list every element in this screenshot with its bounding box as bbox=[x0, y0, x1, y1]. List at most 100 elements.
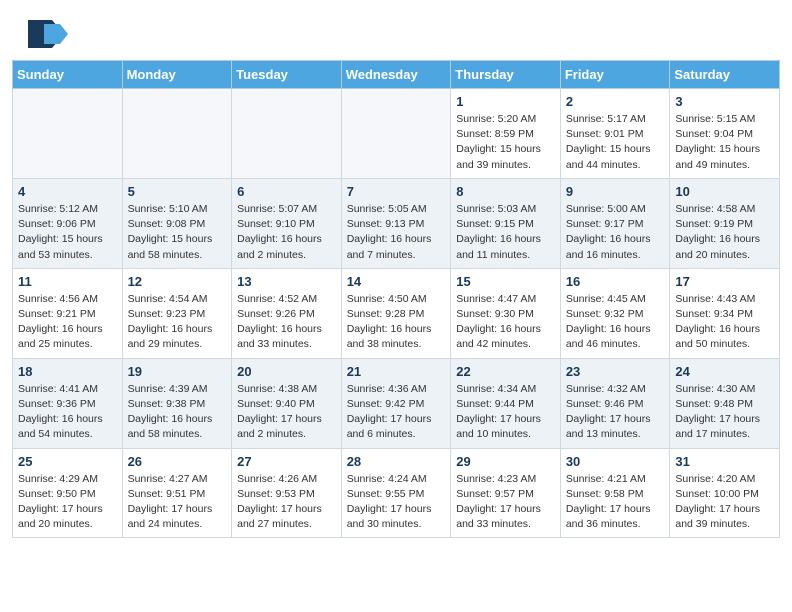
day-info: Sunrise: 4:23 AM Sunset: 9:57 PM Dayligh… bbox=[456, 472, 555, 533]
day-number: 4 bbox=[18, 184, 117, 199]
calendar-week-2: 4 Sunrise: 5:12 AM Sunset: 9:06 PM Daylig… bbox=[13, 178, 780, 268]
calendar-cell: 6 Sunrise: 5:07 AM Sunset: 9:10 PM Daylig… bbox=[232, 178, 342, 268]
page-header bbox=[0, 0, 792, 60]
calendar-cell: 1 Sunrise: 5:20 AM Sunset: 8:59 PM Daylig… bbox=[451, 89, 561, 179]
day-number: 5 bbox=[128, 184, 227, 199]
day-number: 2 bbox=[566, 94, 665, 109]
day-info: Sunrise: 5:15 AM Sunset: 9:04 PM Dayligh… bbox=[675, 112, 774, 173]
day-info: Sunrise: 5:20 AM Sunset: 8:59 PM Dayligh… bbox=[456, 112, 555, 173]
day-info: Sunrise: 4:26 AM Sunset: 9:53 PM Dayligh… bbox=[237, 472, 336, 533]
day-info: Sunrise: 4:56 AM Sunset: 9:21 PM Dayligh… bbox=[18, 292, 117, 353]
day-number: 28 bbox=[347, 454, 446, 469]
calendar-header-friday: Friday bbox=[560, 61, 670, 89]
day-number: 31 bbox=[675, 454, 774, 469]
day-info: Sunrise: 4:27 AM Sunset: 9:51 PM Dayligh… bbox=[128, 472, 227, 533]
calendar-cell: 2 Sunrise: 5:17 AM Sunset: 9:01 PM Daylig… bbox=[560, 89, 670, 179]
day-number: 18 bbox=[18, 364, 117, 379]
day-number: 10 bbox=[675, 184, 774, 199]
calendar-cell: 28 Sunrise: 4:24 AM Sunset: 9:55 PM Dayli… bbox=[341, 448, 451, 538]
calendar-header-thursday: Thursday bbox=[451, 61, 561, 89]
day-number: 30 bbox=[566, 454, 665, 469]
day-info: Sunrise: 4:30 AM Sunset: 9:48 PM Dayligh… bbox=[675, 382, 774, 443]
calendar-header-tuesday: Tuesday bbox=[232, 61, 342, 89]
calendar-cell: 16Sunrise: 4:45 AM Sunset: 9:32 PM Dayli… bbox=[560, 268, 670, 358]
day-info: Sunrise: 5:07 AM Sunset: 9:10 PM Dayligh… bbox=[237, 202, 336, 263]
calendar-week-3: 11Sunrise: 4:56 AM Sunset: 9:21 PM Dayli… bbox=[13, 268, 780, 358]
calendar-cell: 21 Sunrise: 4:36 AM Sunset: 9:42 PM Dayli… bbox=[341, 358, 451, 448]
calendar-week-5: 25 Sunrise: 4:29 AM Sunset: 9:50 PM Dayli… bbox=[13, 448, 780, 538]
calendar-cell bbox=[122, 89, 232, 179]
day-info: Sunrise: 4:34 AM Sunset: 9:44 PM Dayligh… bbox=[456, 382, 555, 443]
day-info: Sunrise: 5:12 AM Sunset: 9:06 PM Dayligh… bbox=[18, 202, 117, 263]
day-info: Sunrise: 4:43 AM Sunset: 9:34 PM Dayligh… bbox=[675, 292, 774, 353]
day-info: Sunrise: 4:45 AM Sunset: 9:32 PM Dayligh… bbox=[566, 292, 665, 353]
day-number: 8 bbox=[456, 184, 555, 199]
day-info: Sunrise: 4:32 AM Sunset: 9:46 PM Dayligh… bbox=[566, 382, 665, 443]
day-number: 6 bbox=[237, 184, 336, 199]
calendar-cell: 4 Sunrise: 5:12 AM Sunset: 9:06 PM Daylig… bbox=[13, 178, 123, 268]
day-info: Sunrise: 4:39 AM Sunset: 9:38 PM Dayligh… bbox=[128, 382, 227, 443]
calendar-cell: 19 Sunrise: 4:39 AM Sunset: 9:38 PM Dayli… bbox=[122, 358, 232, 448]
calendar-cell: 9Sunrise: 5:00 AM Sunset: 9:17 PM Daylig… bbox=[560, 178, 670, 268]
calendar-cell: 10Sunrise: 4:58 AM Sunset: 9:19 PM Dayli… bbox=[670, 178, 780, 268]
day-info: Sunrise: 4:24 AM Sunset: 9:55 PM Dayligh… bbox=[347, 472, 446, 533]
calendar-cell bbox=[232, 89, 342, 179]
day-number: 13 bbox=[237, 274, 336, 289]
day-info: Sunrise: 4:54 AM Sunset: 9:23 PM Dayligh… bbox=[128, 292, 227, 353]
day-number: 27 bbox=[237, 454, 336, 469]
calendar-cell: 8 Sunrise: 5:03 AM Sunset: 9:15 PM Daylig… bbox=[451, 178, 561, 268]
calendar-cell bbox=[13, 89, 123, 179]
calendar-header-monday: Monday bbox=[122, 61, 232, 89]
calendar-table: SundayMondayTuesdayWednesdayThursdayFrid… bbox=[12, 60, 780, 538]
calendar-cell: 20Sunrise: 4:38 AM Sunset: 9:40 PM Dayli… bbox=[232, 358, 342, 448]
calendar-cell: 22Sunrise: 4:34 AM Sunset: 9:44 PM Dayli… bbox=[451, 358, 561, 448]
calendar-cell: 31 Sunrise: 4:20 AM Sunset: 10:00 PM Dayl… bbox=[670, 448, 780, 538]
day-number: 14 bbox=[347, 274, 446, 289]
day-number: 1 bbox=[456, 94, 555, 109]
calendar-cell: 12 Sunrise: 4:54 AM Sunset: 9:23 PM Dayli… bbox=[122, 268, 232, 358]
logo-icon bbox=[24, 16, 68, 52]
day-number: 26 bbox=[128, 454, 227, 469]
calendar-cell bbox=[341, 89, 451, 179]
day-info: Sunrise: 4:29 AM Sunset: 9:50 PM Dayligh… bbox=[18, 472, 117, 533]
day-number: 19 bbox=[128, 364, 227, 379]
day-info: Sunrise: 4:36 AM Sunset: 9:42 PM Dayligh… bbox=[347, 382, 446, 443]
calendar-header-wednesday: Wednesday bbox=[341, 61, 451, 89]
calendar-week-1: 1 Sunrise: 5:20 AM Sunset: 8:59 PM Daylig… bbox=[13, 89, 780, 179]
day-info: Sunrise: 4:50 AM Sunset: 9:28 PM Dayligh… bbox=[347, 292, 446, 353]
day-number: 15 bbox=[456, 274, 555, 289]
calendar-cell: 24Sunrise: 4:30 AM Sunset: 9:48 PM Dayli… bbox=[670, 358, 780, 448]
day-info: Sunrise: 4:52 AM Sunset: 9:26 PM Dayligh… bbox=[237, 292, 336, 353]
calendar-cell: 14 Sunrise: 4:50 AM Sunset: 9:28 PM Dayli… bbox=[341, 268, 451, 358]
calendar-header-row: SundayMondayTuesdayWednesdayThursdayFrid… bbox=[13, 61, 780, 89]
calendar-cell: 17 Sunrise: 4:43 AM Sunset: 9:34 PM Dayli… bbox=[670, 268, 780, 358]
day-info: Sunrise: 5:10 AM Sunset: 9:08 PM Dayligh… bbox=[128, 202, 227, 263]
day-number: 20 bbox=[237, 364, 336, 379]
calendar-cell: 13 Sunrise: 4:52 AM Sunset: 9:26 PM Dayli… bbox=[232, 268, 342, 358]
calendar-cell: 30 Sunrise: 4:21 AM Sunset: 9:58 PM Dayli… bbox=[560, 448, 670, 538]
day-info: Sunrise: 5:05 AM Sunset: 9:13 PM Dayligh… bbox=[347, 202, 446, 263]
day-info: Sunrise: 4:41 AM Sunset: 9:36 PM Dayligh… bbox=[18, 382, 117, 443]
day-info: Sunrise: 4:21 AM Sunset: 9:58 PM Dayligh… bbox=[566, 472, 665, 533]
day-info: Sunrise: 5:03 AM Sunset: 9:15 PM Dayligh… bbox=[456, 202, 555, 263]
day-number: 21 bbox=[347, 364, 446, 379]
day-number: 23 bbox=[566, 364, 665, 379]
calendar-cell: 25 Sunrise: 4:29 AM Sunset: 9:50 PM Dayli… bbox=[13, 448, 123, 538]
day-number: 25 bbox=[18, 454, 117, 469]
calendar-cell: 15Sunrise: 4:47 AM Sunset: 9:30 PM Dayli… bbox=[451, 268, 561, 358]
calendar-cell: 18 Sunrise: 4:41 AM Sunset: 9:36 PM Dayli… bbox=[13, 358, 123, 448]
calendar-header-saturday: Saturday bbox=[670, 61, 780, 89]
day-number: 17 bbox=[675, 274, 774, 289]
day-info: Sunrise: 5:00 AM Sunset: 9:17 PM Dayligh… bbox=[566, 202, 665, 263]
calendar-cell: 26 Sunrise: 4:27 AM Sunset: 9:51 PM Dayli… bbox=[122, 448, 232, 538]
calendar-cell: 27 Sunrise: 4:26 AM Sunset: 9:53 PM Dayli… bbox=[232, 448, 342, 538]
day-number: 29 bbox=[456, 454, 555, 469]
day-number: 12 bbox=[128, 274, 227, 289]
calendar-cell: 11Sunrise: 4:56 AM Sunset: 9:21 PM Dayli… bbox=[13, 268, 123, 358]
day-info: Sunrise: 4:20 AM Sunset: 10:00 PM Daylig… bbox=[675, 472, 774, 533]
calendar-cell: 3 Sunrise: 5:15 AM Sunset: 9:04 PM Daylig… bbox=[670, 89, 780, 179]
calendar-cell: 29 Sunrise: 4:23 AM Sunset: 9:57 PM Dayli… bbox=[451, 448, 561, 538]
day-number: 3 bbox=[675, 94, 774, 109]
day-info: Sunrise: 5:17 AM Sunset: 9:01 PM Dayligh… bbox=[566, 112, 665, 173]
calendar-header-sunday: Sunday bbox=[13, 61, 123, 89]
